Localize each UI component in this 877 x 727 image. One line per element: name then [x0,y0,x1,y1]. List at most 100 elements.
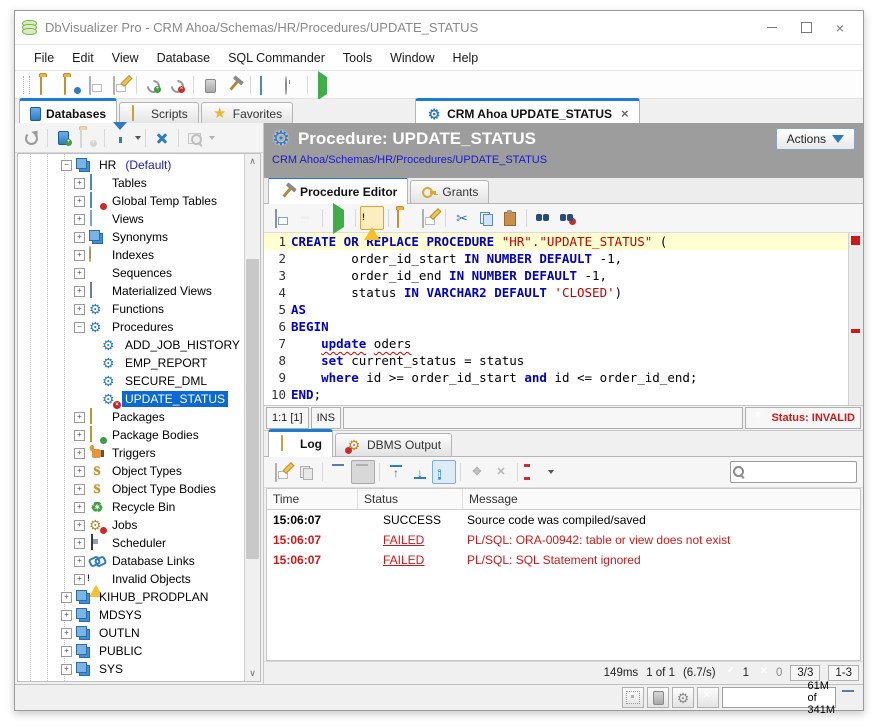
tab-close-icon[interactable]: × [621,106,629,121]
expand-toggle-icon[interactable]: + [74,520,85,531]
tree-item-label[interactable]: Synonyms [109,229,171,245]
menu-file[interactable]: File [25,48,63,68]
error-marker-line7[interactable] [851,329,860,333]
tree-item-label[interactable]: Scheduler [109,535,169,551]
tree-item-package-bodies[interactable]: + Package Bodies [18,426,244,444]
locate-object-button[interactable] [183,126,207,150]
show-errors-toggle[interactable] [360,206,384,230]
expand-toggle-icon[interactable]: + [61,628,72,639]
expand-toggle-icon[interactable]: + [61,664,72,675]
tree-item-mdsys[interactable]: +MDSYS [18,606,244,624]
tree-item-materialized-views[interactable]: + Materialized Views [18,282,244,300]
tree-item-label[interactable]: Object Type Bodies [109,481,219,497]
tree-item-label[interactable]: Global Temp Tables [109,193,220,209]
tree-item-label[interactable]: Functions [109,301,167,317]
tree-item-add-job-history[interactable]: ⚙ADD_JOB_HISTORY [18,336,244,354]
log-search-box[interactable] [730,461,857,483]
save-as-button[interactable] [108,73,132,97]
tree-item-tables[interactable]: +Tables [18,174,244,192]
collapse-toggle-icon[interactable]: − [74,322,85,333]
log-column-status[interactable]: Status [358,489,463,509]
expand-toggle-icon[interactable]: + [74,286,85,297]
code-line-2[interactable]: 2 order_id_start IN NUMBER DEFAULT -1, [264,250,848,267]
tree-item-emp-report[interactable]: ⚙EMP_REPORT [18,354,244,372]
clear-all-button[interactable] [351,460,375,484]
log-row[interactable]: 15:06:07FAILEDPL/SQL: ORA-00942: table o… [267,530,860,550]
code-line-1[interactable]: 1CREATE OR REPLACE PROCEDURE "HR"."UPDAT… [264,233,848,250]
code-editor[interactable]: 1CREATE OR REPLACE PROCEDURE "HR"."UPDAT… [264,233,863,406]
menu-database[interactable]: Database [148,48,220,68]
expand-toggle-icon[interactable]: + [74,250,85,261]
maximize-button[interactable] [789,15,823,41]
menu-edit[interactable]: Edit [63,48,103,68]
tab-scripts[interactable]: Scripts [119,102,199,125]
compile-save-button[interactable] [270,206,294,230]
create-folder-button[interactable]: + [76,126,100,150]
tree-item-packages[interactable]: +Packages [18,408,244,426]
tree-item-label[interactable]: MDSYS [96,607,145,623]
fit-dropdown-caret[interactable] [548,470,554,474]
open-file-button[interactable] [36,73,60,97]
code-line-4[interactable]: 4 status IN VARCHAR2 DEFAULT 'CLOSED') [264,284,848,301]
tab-log[interactable]: Log [268,429,333,457]
sql-commander-button[interactable] [312,73,336,97]
tree-item-label[interactable]: Database Links [109,553,198,569]
tab-procedure-editor[interactable]: Procedure Editor [268,176,408,204]
tasks-status-button[interactable]: ⚙ [672,687,694,708]
menu-view[interactable]: View [103,48,148,68]
tree-item-label[interactable]: Views [109,211,147,227]
error-marker-top[interactable] [851,236,860,245]
tree-item-label[interactable]: Procedures [109,319,176,335]
menu-window[interactable]: Window [381,48,443,68]
tree-item-label[interactable]: KIHUB_PRODPLAN [96,589,211,605]
tree-item-views[interactable]: +Views [18,210,244,228]
tree-item-public[interactable]: +PUBLIC [18,642,244,660]
code-line-5[interactable]: 5AS [264,301,848,318]
code-line-3[interactable]: 3 order_id_end IN NUMBER DEFAULT -1, [264,267,848,284]
tree-item-label[interactable]: Package Bodies [109,427,202,443]
expand-toggle-icon[interactable]: + [74,430,85,441]
monitor-button[interactable] [279,73,303,97]
minimize-button[interactable] [755,15,789,41]
stop-button[interactable] [294,206,318,230]
tree-refresh-button[interactable] [19,126,43,150]
tree-item-label[interactable]: Sequences [109,265,175,281]
menu-sql-commander[interactable]: SQL Commander [219,48,334,68]
tree-item-label[interactable]: UPDATE_STATUS [122,391,228,407]
expand-toggle-icon[interactable]: + [74,304,85,315]
expand-toggle-icon[interactable]: + [74,502,85,513]
expand-toggle-icon[interactable]: + [61,592,72,603]
tree-item-sys[interactable]: + SYS [18,660,244,678]
scroll-to-top-button[interactable]: ↑ [384,460,408,484]
scroll-to-bottom-button[interactable]: ↓ [408,460,432,484]
grid-status-button[interactable] [622,687,644,708]
copy-button[interactable] [474,206,498,230]
tree-item-label[interactable]: PUBLIC [96,643,145,659]
tree-item-jobs[interactable]: +⚙Jobs [18,516,244,534]
code-line-6[interactable]: 6BEGIN [264,318,848,335]
tree-item-indexes[interactable]: + Indexes [18,246,244,264]
tree-item-object-types[interactable]: +SObject Types [18,462,244,480]
cut-button[interactable]: ✂ [450,206,474,230]
tree-item-label[interactable]: SYS [96,661,126,677]
tree-item-procedures[interactable]: −⚙Procedures [18,318,244,336]
tree-item-label[interactable]: SECURE_DML [122,373,210,389]
open-recent-button[interactable] [60,73,84,97]
log-column-time[interactable]: Time [267,489,358,509]
expand-all-button[interactable]: ✥ [465,460,489,484]
filter-button[interactable] [109,126,133,150]
tree-item-label[interactable]: Materialized Views [109,283,215,299]
scrollbar-thumb[interactable] [246,259,259,559]
tree-item-label[interactable]: Invalid Objects [109,571,194,587]
expand-toggle-icon[interactable]: + [74,268,85,279]
log-table-header[interactable]: TimeStatusMessage [267,489,860,510]
tree-item-label[interactable]: Indexes [109,247,157,263]
tree-item-recycle-bin[interactable]: +♻Recycle Bin [18,498,244,516]
connect-button[interactable]: + [141,73,165,97]
save-to-file-button[interactable] [417,206,441,230]
create-connection-button[interactable]: + [52,126,76,150]
scroll-down-icon[interactable]: ∨ [245,666,260,681]
tree-item-sequences[interactable]: + Sequences [18,264,244,282]
expand-toggle-icon[interactable]: + [74,574,85,585]
tree-item-update-status[interactable]: ×⚙UPDATE_STATUS [18,390,244,408]
